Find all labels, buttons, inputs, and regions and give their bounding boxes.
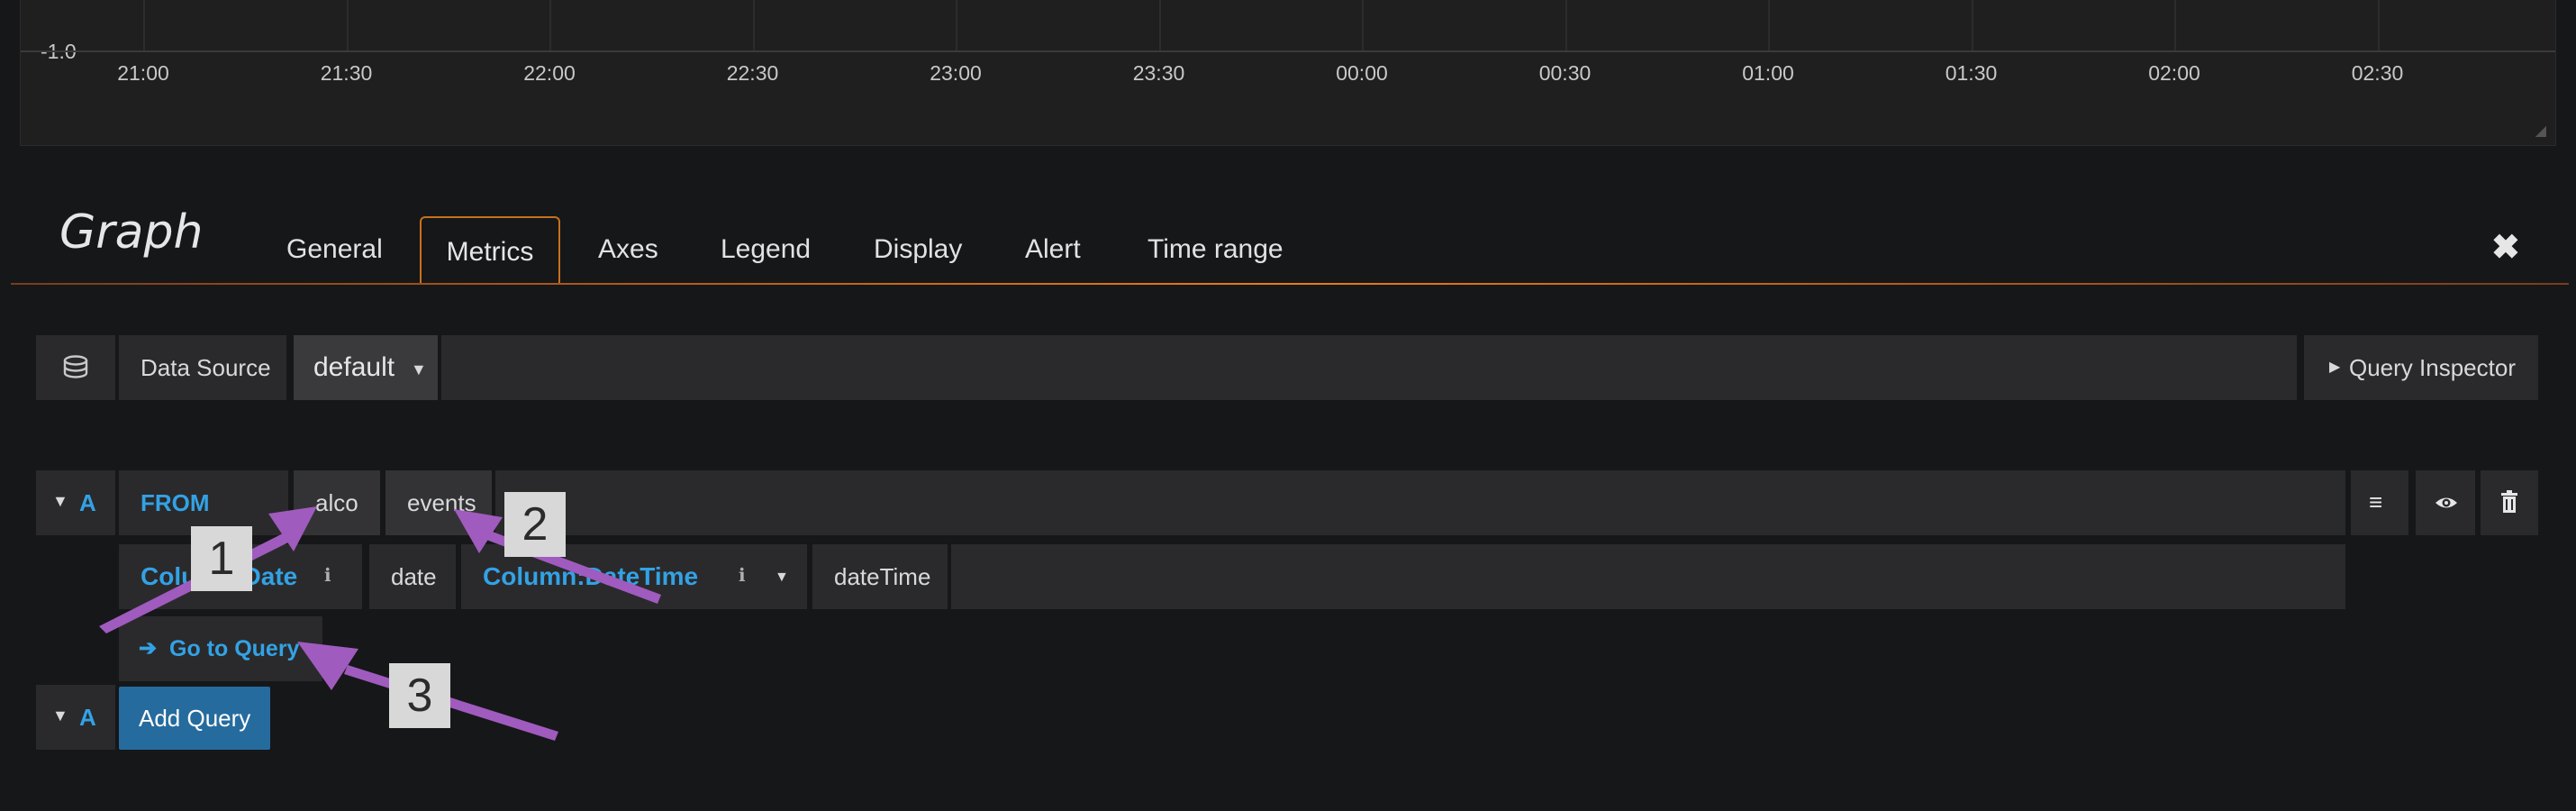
x-gridline: [1158, 0, 1161, 50]
x-gridline: [2377, 0, 2380, 50]
add-query-button[interactable]: Add Query: [119, 687, 270, 750]
from-filler: [495, 470, 2345, 535]
go-to-query-button[interactable]: ➔ Go to Query: [119, 616, 322, 681]
caret-down-icon: ▼: [52, 706, 68, 724]
tab-legend[interactable]: Legend: [721, 234, 811, 265]
x-gridline: [956, 0, 957, 50]
x-tick-label: 21:00: [117, 61, 169, 85]
go-to-query-label: Go to Query: [169, 636, 300, 661]
database-icon-button: [36, 335, 115, 400]
x-tick-label: 21:30: [320, 61, 373, 85]
query-menu-button[interactable]: ≡: [2351, 470, 2408, 535]
trash-icon: [2501, 490, 2517, 513]
x-tick-label: 22:30: [726, 61, 779, 85]
x-gridline: [549, 0, 551, 50]
x-tick-label: 02:30: [2351, 61, 2404, 85]
x-tick-label: 22:00: [523, 61, 576, 85]
tab-alert[interactable]: Alert: [1025, 234, 1081, 265]
x-gridline: [1971, 0, 1973, 50]
datetime-value[interactable]: dateTime: [807, 544, 948, 609]
query-ref-letter: A: [79, 489, 96, 516]
x-tick-label: 01:00: [1742, 61, 1794, 85]
x-gridline: [143, 0, 145, 50]
info-icon[interactable]: ℹ: [739, 564, 746, 587]
caret-down-icon: ▼: [52, 492, 68, 510]
x-gridline: [752, 0, 755, 50]
datasource-label: Data Source: [119, 335, 286, 400]
database-segment[interactable]: alco: [294, 470, 380, 535]
resize-handle-icon[interactable]: ◢: [2535, 122, 2546, 140]
caret-down-icon: ▼: [775, 570, 789, 585]
x-gridline: [2174, 0, 2176, 50]
x-tick-label: 00:00: [1336, 61, 1388, 85]
datasource-value: default: [313, 352, 395, 382]
tab-metrics[interactable]: Metrics: [420, 216, 560, 285]
close-icon[interactable]: ✖: [2491, 227, 2520, 268]
tab-axes[interactable]: Axes: [598, 234, 658, 265]
x-axis-line: [21, 50, 2555, 52]
editor-title: Graph: [59, 205, 204, 260]
annotation-badge-2: 2: [504, 492, 566, 557]
query-inspector-label: Query Inspector: [2349, 354, 2516, 381]
date-value[interactable]: date: [369, 544, 456, 609]
toggle-visibility-button[interactable]: [2416, 470, 2475, 535]
annotation-badge-1: 1: [191, 526, 252, 591]
x-gridline: [1565, 0, 1567, 50]
x-gridline: [346, 0, 349, 50]
caret-down-icon: ▼: [411, 360, 427, 378]
columns-filler: [951, 544, 2345, 609]
eye-icon: [2435, 497, 2457, 508]
hamburger-icon: ≡: [2369, 488, 2383, 515]
delete-query-button[interactable]: [2481, 470, 2538, 535]
annotation-badge-3: 3: [389, 663, 450, 728]
add-query-label: Add Query: [139, 705, 251, 732]
info-icon[interactable]: ℹ: [324, 564, 331, 587]
datasource-filler: [441, 335, 2297, 400]
add-query-ref: ▼ A: [36, 685, 115, 750]
arrow-right-icon: ➔: [139, 636, 158, 661]
x-tick-label: 23:30: [1132, 61, 1185, 85]
datasource-select[interactable]: default ▼: [294, 335, 438, 400]
add-query-ref-letter: A: [79, 704, 96, 731]
x-tick-label: 02:00: [2148, 61, 2200, 85]
x-gridline: [1362, 0, 1364, 50]
tab-display[interactable]: Display: [874, 234, 962, 265]
header-divider: [11, 283, 2569, 285]
table-segment[interactable]: events: [380, 470, 492, 535]
datetime-column-label: Column:DateTime: [483, 562, 699, 590]
graph-panel: -1.0 ◢ 21:00 21:30 22:00 22:30 23:00 23:30 00:…: [20, 0, 2556, 146]
tab-general[interactable]: General: [286, 234, 383, 265]
query-a-toggle[interactable]: ▼ A: [36, 470, 115, 535]
x-tick-label: 23:00: [930, 61, 982, 85]
database-icon: [63, 355, 88, 378]
x-tick-label: 01:30: [1945, 61, 1998, 85]
x-gridline: [1768, 0, 1770, 50]
query-inspector-button[interactable]: ▶ Query Inspector: [2304, 335, 2538, 400]
tab-time-range[interactable]: Time range: [1147, 234, 1283, 265]
x-tick-label: 00:30: [1538, 61, 1592, 85]
